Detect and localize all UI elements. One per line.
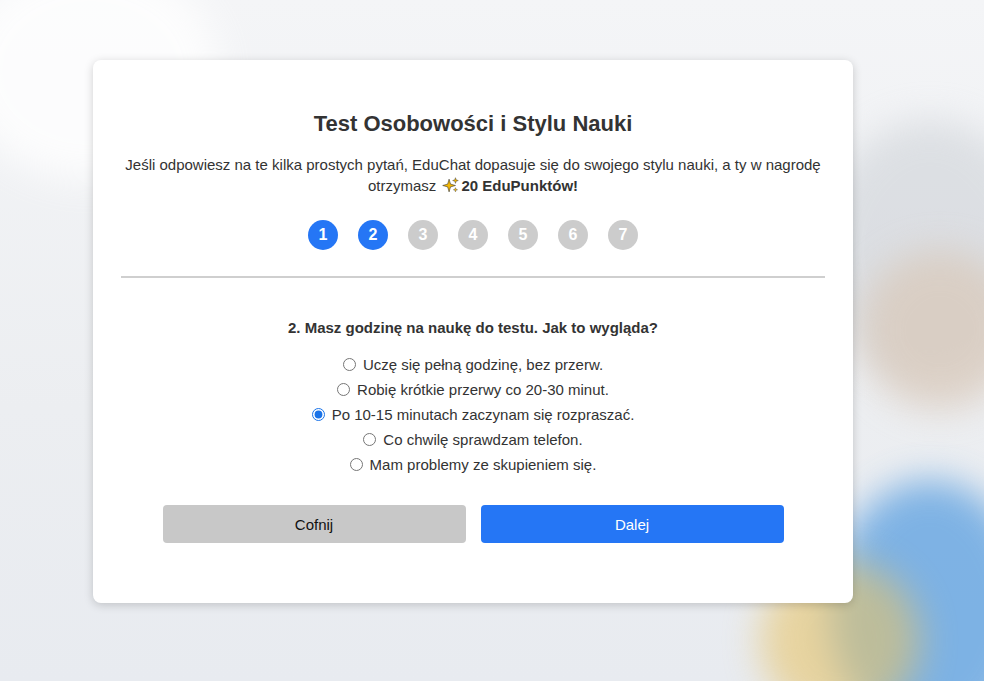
answer-label: Po 10-15 minutach zaczynam się rozprasza… [332, 402, 635, 427]
answer-radio[interactable] [350, 458, 363, 471]
answer-option[interactable]: Mam problemy ze skupieniem się. [350, 452, 597, 477]
answer-list: Uczę się pełną godzinę, bez przerw.Robię… [312, 352, 635, 477]
step-circle: 2 [358, 220, 388, 250]
step-circle: 5 [508, 220, 538, 250]
answer-radio[interactable] [337, 383, 350, 396]
divider [121, 276, 825, 278]
step-circle: 6 [558, 220, 588, 250]
answer-label: Robię krótkie przerwy co 20-30 minut. [357, 377, 609, 402]
answer-option[interactable]: Uczę się pełną godzinę, bez przerw. [343, 352, 603, 377]
button-row: Cofnij Dalej [163, 505, 784, 543]
answer-radio[interactable] [343, 358, 356, 371]
quiz-card: Test Osobowości i Stylu Nauki Jeśli odpow… [93, 60, 853, 603]
step-indicator: 1234567 [308, 220, 638, 250]
answer-option[interactable]: Po 10-15 minutach zaczynam się rozprasza… [312, 402, 635, 427]
answer-label: Co chwilę sprawdzam telefon. [383, 427, 582, 452]
reward-text: 20 EduPunktów! [461, 177, 578, 194]
answer-label: Mam problemy ze skupieniem się. [370, 452, 597, 477]
answer-radio[interactable] [363, 433, 376, 446]
step-circle: 3 [408, 220, 438, 250]
answer-radio[interactable] [312, 408, 325, 421]
answer-label: Uczę się pełną godzinę, bez przerw. [363, 352, 603, 377]
sparkles-icon [442, 177, 459, 194]
quiz-description: Jeśli odpowiesz na te kilka prostych pyt… [123, 154, 823, 196]
back-button[interactable]: Cofnij [163, 505, 466, 543]
next-button[interactable]: Dalej [481, 505, 784, 543]
answer-option[interactable]: Robię krótkie przerwy co 20-30 minut. [337, 377, 609, 402]
step-circle: 1 [308, 220, 338, 250]
step-circle: 7 [608, 220, 638, 250]
answer-option[interactable]: Co chwilę sprawdzam telefon. [363, 427, 582, 452]
quiz-title: Test Osobowości i Stylu Nauki [314, 110, 633, 138]
question-text: 2. Masz godzinę na naukę do testu. Jak t… [288, 318, 658, 338]
step-circle: 4 [458, 220, 488, 250]
